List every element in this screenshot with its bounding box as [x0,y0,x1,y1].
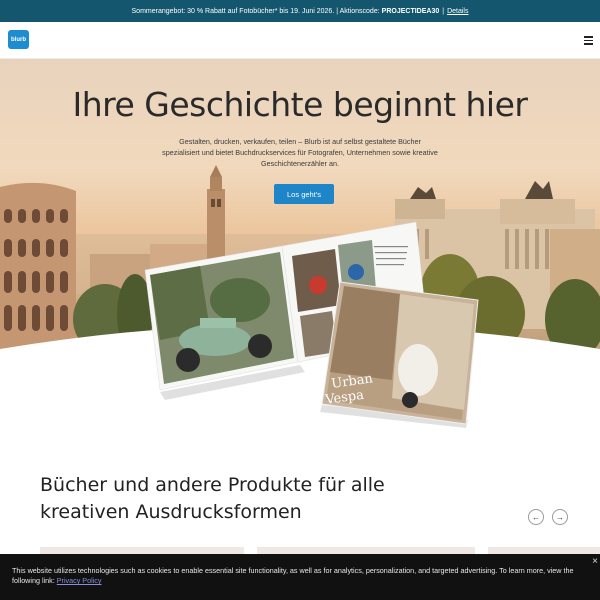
cookie-banner: This website utilizes technologies such … [0,554,600,600]
hamburger-menu-icon[interactable] [584,36,593,45]
hero-subtitle: Gestalten, drucken, verkaufen, teilen – … [162,137,438,168]
book-cover-title-line2: Vespa [323,388,365,408]
book-cover-title-line1: Urban [330,371,374,392]
carousel-next-button[interactable]: → [552,509,568,525]
close-icon[interactable]: × [592,557,598,567]
promo-banner: Sommerangebot: 30 % Rabatt auf Fotobüche… [0,0,600,22]
promo-code: PROJECTIDEA30 [381,7,440,15]
blurb-logo[interactable]: blurb [8,30,29,49]
promo-details-link[interactable]: Details [447,8,468,15]
site-header: blurb [0,22,600,59]
products-heading-line2: kreativen Ausdrucksformen [40,501,302,523]
promo-separator: | [442,7,445,15]
arrow-right-icon: → [556,512,564,522]
privacy-policy-link[interactable]: Privacy Policy [57,576,102,585]
arrow-left-icon: ← [532,512,540,522]
products-heading-line1: Bücher und andere Produkte für alle [40,474,385,496]
hero-banner: Ihre Geschichte beginnt hier Gestalten, … [0,59,600,369]
get-started-button[interactable]: Los geht's [274,184,334,204]
logo-text: blurb [11,36,26,43]
products-heading: Bücher und andere Produkte für alle krea… [40,472,400,526]
carousel-prev-button[interactable]: ← [528,509,544,525]
hero-title: Ihre Geschichte beginnt hier [72,85,528,124]
promo-text: Sommerangebot: 30 % Rabatt auf Fotobüche… [131,7,380,15]
